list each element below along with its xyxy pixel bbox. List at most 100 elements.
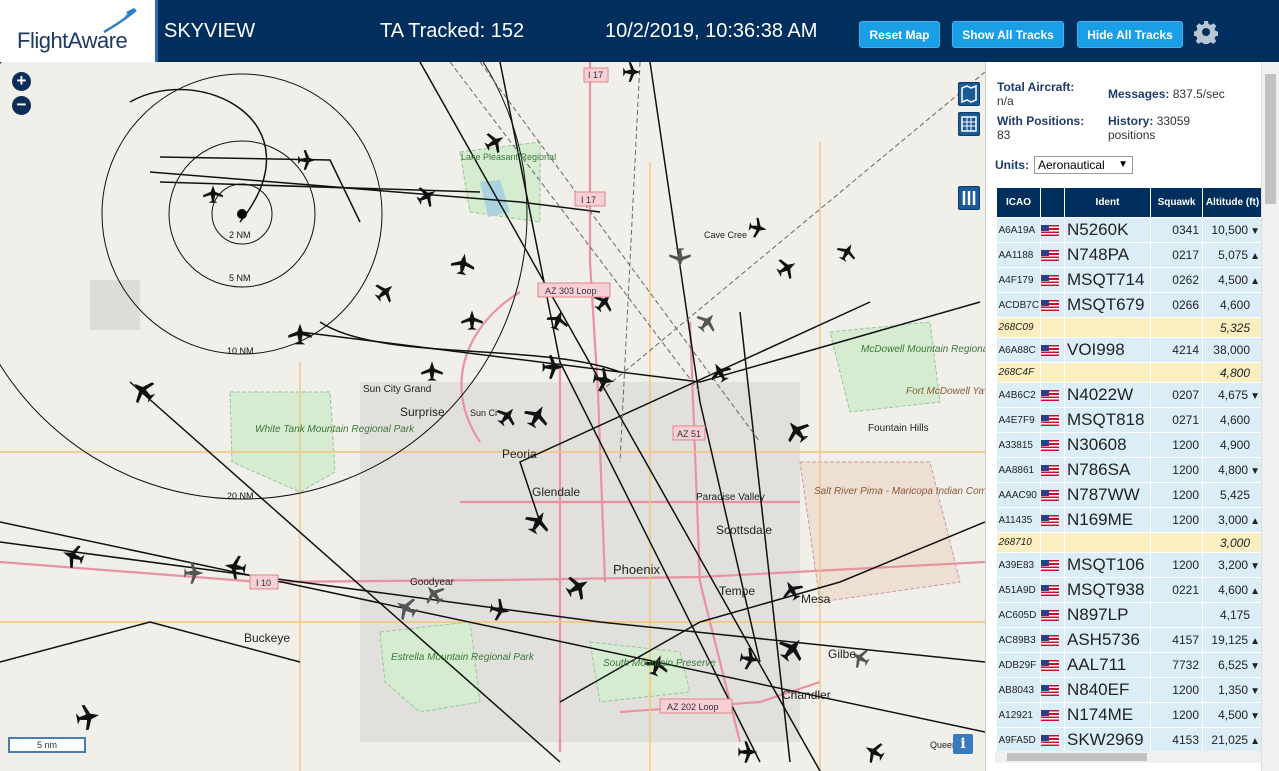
label-fountain-hills: Fountain Hills (868, 423, 929, 434)
top-bar: FlightAware SKYVIEW TA Tracked: 152 10/2… (0, 0, 1279, 62)
label-salt-river: Salt River Pima - Maricopa Indian Commun… (814, 486, 985, 497)
table-row[interactable]: ACDB7C MSQT679 0266 4,600 (996, 292, 1263, 318)
ident-cell (1064, 362, 1151, 383)
squawk-cell (1150, 532, 1203, 553)
icao-cell: A9FA5D (996, 727, 1041, 753)
zoom-out-button[interactable]: − (12, 96, 31, 115)
columns-icon[interactable] (958, 186, 980, 210)
altitude-cell: 1,350 ▼ (1202, 677, 1263, 703)
table-row[interactable]: A4B6C2 N4022W 0207 4,675 ▼ (996, 382, 1263, 408)
logo-text: FlightAware (17, 28, 128, 53)
altitude-value: 4,600 (1218, 583, 1249, 597)
col-icao[interactable]: ICAO (996, 187, 1041, 218)
zoom-in-button[interactable]: + (12, 72, 31, 91)
ident-cell: AAL711 (1064, 652, 1151, 678)
table-horizontal-scrollbar[interactable] (995, 751, 1261, 763)
squawk-cell (1150, 602, 1203, 628)
table-row[interactable]: A12921 N174ME 1200 4,500 ▼ (996, 702, 1263, 728)
icao-cell: A11435 (996, 507, 1041, 533)
table-row[interactable]: A6A88C VOI998 4214 38,000 (996, 337, 1263, 363)
messages-stat: Messages: 837.5/sec (1108, 87, 1258, 101)
table-row[interactable]: AB8043 N840EF 1200 1,350 ▼ (996, 677, 1263, 703)
map-layers-icon[interactable] (958, 82, 980, 106)
flag-cell (1040, 552, 1065, 578)
table-row[interactable]: AA1188 N748PA 0217 5,075 ▲ (996, 242, 1263, 268)
grid-icon[interactable] (958, 112, 980, 136)
ident-cell: N5260K (1064, 217, 1151, 243)
table-row[interactable]: A39E83 MSQT106 1200 3,200 ▼ (996, 552, 1263, 578)
table-row[interactable]: AC605D N897LP 4,175 (996, 602, 1263, 628)
squawk-cell: 1200 (1150, 507, 1203, 533)
table-row[interactable]: A6A19A N5260K 0341 10,500 ▼ (996, 217, 1263, 243)
scrollbar-thumb[interactable] (1007, 753, 1147, 761)
descend-arrow-icon: ▼ (1250, 661, 1260, 672)
table-row[interactable]: A4E7F9 MSQT818 0271 4,600 (996, 407, 1263, 433)
aircraft-table-body: A6A19A N5260K 0341 10,500 ▼ AA1188 N748PA 0217 5… (996, 217, 1263, 753)
map-view[interactable]: 2 NM 5 NM 10 NM 20 NM Sun City Grand Sur… (0, 62, 985, 771)
altitude-cell: 4,800 (1202, 362, 1263, 383)
flag-cell (1040, 217, 1065, 243)
ident-cell: MSQT818 (1064, 407, 1151, 433)
sidebar-scrollbar[interactable] (1261, 62, 1279, 771)
flightaware-logo[interactable]: FlightAware (0, 0, 158, 62)
label-lake-pleasant: Lake Pleasant Regional (461, 152, 556, 162)
table-row[interactable]: 268C09 5,325 (996, 317, 1263, 338)
show-all-tracks-button[interactable]: Show All Tracks (952, 21, 1064, 48)
scrollbar-thumb[interactable] (1265, 74, 1276, 204)
table-row[interactable]: AA8861 N786SA 1200 4,800 ▼ (996, 457, 1263, 483)
table-row[interactable]: 268C4F 4,800 (996, 362, 1263, 383)
squawk-cell (1150, 317, 1203, 338)
map-canvas[interactable]: 2 NM 5 NM 10 NM 20 NM Sun City Grand Sur… (0, 62, 985, 771)
with-positions-label: With Positions: (997, 114, 1085, 128)
label-cave-creek: Cave Cree (704, 230, 747, 240)
squawk-cell: 1200 (1150, 432, 1203, 458)
table-row[interactable]: A9FA5D SKW2969 4153 21,025 ▲ (996, 727, 1263, 753)
table-row[interactable]: 268710 3,000 (996, 532, 1263, 553)
label-glendale: Glendale (532, 485, 580, 499)
squawk-cell: 1200 (1150, 552, 1203, 578)
table-row[interactable]: A11435 N169ME 1200 3,000 ▲ (996, 507, 1263, 533)
climb-arrow-icon: ▲ (1250, 251, 1260, 262)
altitude-cell: 5,075 ▲ (1202, 242, 1263, 268)
label-tempe: Tempe (719, 584, 755, 598)
altitude-cell: 21,025 ▲ (1202, 727, 1263, 753)
squawk-cell: 0341 (1150, 217, 1203, 243)
gear-icon[interactable] (1194, 20, 1218, 44)
label-mcdowell: McDowell Mountain Regional Park (861, 344, 985, 355)
label-gilbert: Gilbe (828, 647, 856, 661)
us-flag-icon (1041, 390, 1059, 402)
urban-patch (90, 280, 140, 330)
altitude-cell: 4,600 (1202, 407, 1263, 433)
table-row[interactable]: A33815 N30608 1200 4,900 (996, 432, 1263, 458)
units-select[interactable]: Aeronautical ▼ (1034, 156, 1133, 174)
altitude-value: 4,600 (1219, 298, 1250, 312)
table-row[interactable]: A4F179 MSQT714 0262 4,500 ▲ (996, 267, 1263, 293)
squawk-cell: 0262 (1150, 267, 1203, 293)
flag-cell (1040, 602, 1065, 628)
squawk-cell (1150, 362, 1203, 383)
table-row[interactable]: A51A9D MSQT938 0221 4,600 ▲ (996, 577, 1263, 603)
flag-cell (1040, 677, 1065, 703)
col-squawk[interactable]: Squawk (1150, 187, 1203, 218)
dropdown-arrow-icon: ▼ (1118, 159, 1128, 170)
col-ident[interactable]: Ident (1064, 187, 1151, 218)
reset-map-button[interactable]: Reset Map (859, 21, 940, 48)
hide-all-tracks-button[interactable]: Hide All Tracks (1077, 21, 1183, 48)
icao-cell: AAAC90 (996, 482, 1041, 508)
ident-cell: N786SA (1064, 457, 1151, 483)
altitude-value: 4,800 (1219, 365, 1250, 380)
us-flag-icon (1041, 635, 1059, 647)
ident-cell: N30608 (1064, 432, 1151, 458)
table-row[interactable]: ADB29F AAL711 7732 6,525 ▼ (996, 652, 1263, 678)
info-icon[interactable]: i (953, 734, 973, 754)
us-flag-icon (1041, 585, 1059, 597)
altitude-value: 38,000 (1213, 343, 1250, 357)
table-row[interactable]: AAAC90 N787WW 1200 5,425 (996, 482, 1263, 508)
climb-arrow-icon: ▲ (1250, 636, 1260, 647)
col-flag[interactable] (1040, 187, 1065, 218)
col-altitude[interactable]: Altitude (ft) (1202, 187, 1263, 218)
icao-cell: A39E83 (996, 552, 1041, 578)
altitude-value: 1,350 (1218, 683, 1249, 697)
table-row[interactable]: AC89B3 ASH5736 4157 19,125 ▲ (996, 627, 1263, 653)
ident-cell: VOI998 (1064, 337, 1151, 363)
